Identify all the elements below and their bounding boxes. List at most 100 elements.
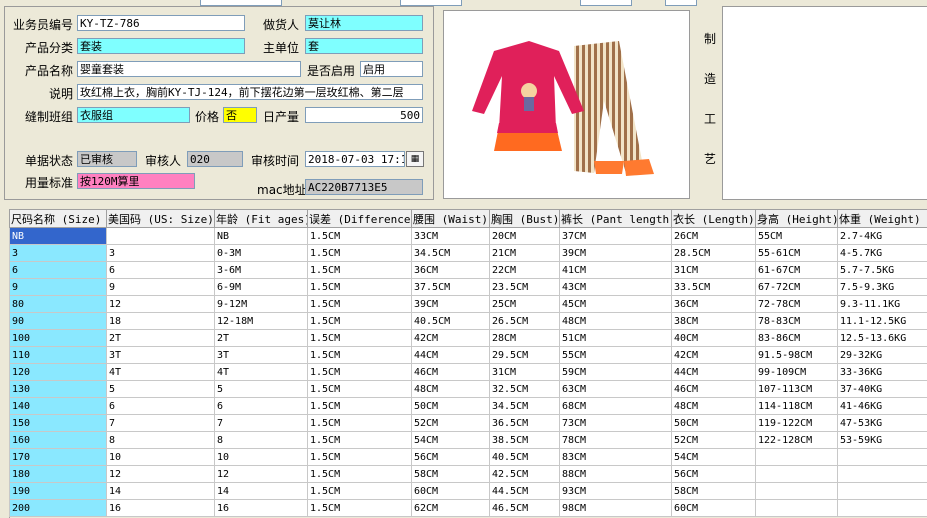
table-cell[interactable]: 36CM — [671, 295, 756, 313]
table-cell[interactable]: 1.5CM — [307, 482, 412, 500]
table-cell[interactable]: 3-6M — [214, 261, 308, 279]
table-cell[interactable]: 60CM — [671, 499, 756, 517]
table-cell[interactable]: 2T — [214, 329, 308, 347]
table-cell[interactable]: 9-12M — [214, 295, 308, 313]
table-cell[interactable]: 98CM — [559, 499, 672, 517]
enabled-field[interactable]: 启用 — [360, 61, 423, 77]
table-cell[interactable]: 1.5CM — [307, 499, 412, 517]
table-cell[interactable]: 42CM — [671, 346, 756, 364]
table-cell[interactable]: 4T — [106, 363, 215, 381]
table-cell[interactable]: 1.5CM — [307, 346, 412, 364]
table-cell[interactable]: 21CM — [489, 244, 560, 262]
table-cell[interactable]: 29-32KG — [837, 346, 927, 364]
table-cell[interactable]: 37-40KG — [837, 380, 927, 398]
table-cell[interactable]: 107-113CM — [755, 380, 838, 398]
table-cell[interactable]: 7 — [106, 414, 215, 432]
column-header[interactable]: 衣长 (Length) — [671, 209, 756, 228]
table-row[interactable]: 150 7 7 1.5CM 52CM 36.5CM 73CM 50CM 119-122CM 47-… — [9, 414, 927, 432]
table-cell[interactable]: 0-3M — [214, 244, 308, 262]
table-cell[interactable] — [755, 482, 838, 500]
table-row[interactable]: 120 4T 4T 1.5CM 46CM 31CM 59CM 44CM 99-109CM 33-3… — [9, 363, 927, 381]
table-cell[interactable]: 1.5CM — [307, 431, 412, 449]
usage-field[interactable]: 按120M算里 — [77, 173, 195, 189]
table-cell[interactable]: 5 — [214, 380, 308, 398]
column-header[interactable]: 年龄 (Fit ages) — [214, 209, 308, 228]
table-cell[interactable]: 51CM — [559, 329, 672, 347]
table-cell[interactable]: 190 — [9, 482, 107, 500]
table-row[interactable]: 100 2T 2T 1.5CM 42CM 28CM 51CM 40CM 83-86CM 12.5-… — [9, 329, 927, 347]
table-cell[interactable]: 58CM — [671, 482, 756, 500]
table-cell[interactable]: 25CM — [489, 295, 560, 313]
table-cell[interactable]: 5 — [106, 380, 215, 398]
table-cell[interactable]: 45CM — [559, 295, 672, 313]
table-row[interactable]: 80 12 9-12M 1.5CM 39CM 25CM 45CM 36CM 72-78CM 9.3… — [9, 295, 927, 313]
column-header[interactable]: 身高 (Height) — [755, 209, 838, 228]
column-header[interactable]: 美国码 (US: Size) — [106, 209, 215, 228]
table-cell[interactable]: 52CM — [411, 414, 490, 432]
table-cell[interactable]: 44.5CM — [489, 482, 560, 500]
table-cell[interactable]: 33-36KG — [837, 363, 927, 381]
table-row[interactable]: 110 3T 3T 1.5CM 44CM 29.5CM 55CM 42CM 91.5-98CM 2… — [9, 346, 927, 364]
table-cell[interactable]: 29.5CM — [489, 346, 560, 364]
table-cell[interactable]: 12 — [106, 465, 215, 483]
table-cell[interactable]: 54CM — [411, 431, 490, 449]
product-name-field[interactable]: 婴童套装 — [77, 61, 301, 77]
table-cell[interactable]: 46.5CM — [489, 499, 560, 517]
table-cell[interactable]: 41-46KG — [837, 397, 927, 415]
table-cell[interactable]: 16 — [106, 499, 215, 517]
table-cell[interactable] — [837, 448, 927, 466]
table-cell[interactable]: 44CM — [671, 363, 756, 381]
table-cell[interactable]: 62CM — [411, 499, 490, 517]
table-cell[interactable]: 119-122CM — [755, 414, 838, 432]
table-cell[interactable]: 52CM — [671, 431, 756, 449]
table-cell[interactable]: 1.5CM — [307, 312, 412, 330]
table-cell[interactable]: 72-78CM — [755, 295, 838, 313]
audit-time-field[interactable]: 2018-07-03 17:1 — [305, 151, 405, 167]
table-cell[interactable]: 48CM — [559, 312, 672, 330]
table-cell[interactable]: 53-59KG — [837, 431, 927, 449]
table-cell[interactable]: 1.5CM — [307, 295, 412, 313]
table-cell[interactable]: 200 — [9, 499, 107, 517]
price-field[interactable]: 否 — [223, 107, 257, 123]
table-cell[interactable] — [755, 465, 838, 483]
table-cell[interactable]: 34.5CM — [489, 397, 560, 415]
table-cell[interactable]: 12 — [214, 465, 308, 483]
table-cell[interactable]: 14 — [214, 482, 308, 500]
table-cell[interactable]: 3 — [106, 244, 215, 262]
table-cell[interactable]: 50CM — [671, 414, 756, 432]
table-cell[interactable]: 83-86CM — [755, 329, 838, 347]
column-header[interactable]: 体重 (Weight) — [837, 209, 927, 228]
table-cell[interactable]: 122-128CM — [755, 431, 838, 449]
table-cell[interactable]: 48CM — [671, 397, 756, 415]
table-cell[interactable]: 34.5CM — [411, 244, 490, 262]
table-cell[interactable]: 33.5CM — [671, 278, 756, 296]
table-cell[interactable]: 120 — [9, 363, 107, 381]
table-cell[interactable]: 12-18M — [214, 312, 308, 330]
table-cell[interactable]: 26CM — [671, 227, 756, 245]
table-cell[interactable]: 48CM — [411, 380, 490, 398]
table-cell[interactable]: 3T — [106, 346, 215, 364]
table-cell[interactable]: 40CM — [671, 329, 756, 347]
table-cell[interactable]: 114-118CM — [755, 397, 838, 415]
table-cell[interactable]: 11.1-12.5KG — [837, 312, 927, 330]
table-cell[interactable]: 10 — [106, 448, 215, 466]
table-cell[interactable]: 31CM — [671, 261, 756, 279]
table-cell[interactable]: 88CM — [559, 465, 672, 483]
table-cell[interactable]: 150 — [9, 414, 107, 432]
table-cell[interactable]: 68CM — [559, 397, 672, 415]
table-cell[interactable]: 54CM — [671, 448, 756, 466]
table-cell[interactable]: 31CM — [489, 363, 560, 381]
table-cell[interactable]: 140 — [9, 397, 107, 415]
table-cell[interactable]: 1.5CM — [307, 414, 412, 432]
column-header[interactable]: 腰围 (Waist) — [411, 209, 490, 228]
table-cell[interactable]: 9.3-11.1KG — [837, 295, 927, 313]
category-field[interactable]: 套装 — [77, 38, 245, 54]
table-cell[interactable]: 59CM — [559, 363, 672, 381]
table-cell[interactable]: 1.5CM — [307, 227, 412, 245]
table-cell[interactable]: 42.5CM — [489, 465, 560, 483]
table-cell[interactable]: 100 — [9, 329, 107, 347]
table-cell[interactable]: 80 — [9, 295, 107, 313]
table-cell[interactable]: 10 — [214, 448, 308, 466]
top-field-3[interactable] — [580, 0, 632, 6]
table-cell[interactable]: 6 — [9, 261, 107, 279]
